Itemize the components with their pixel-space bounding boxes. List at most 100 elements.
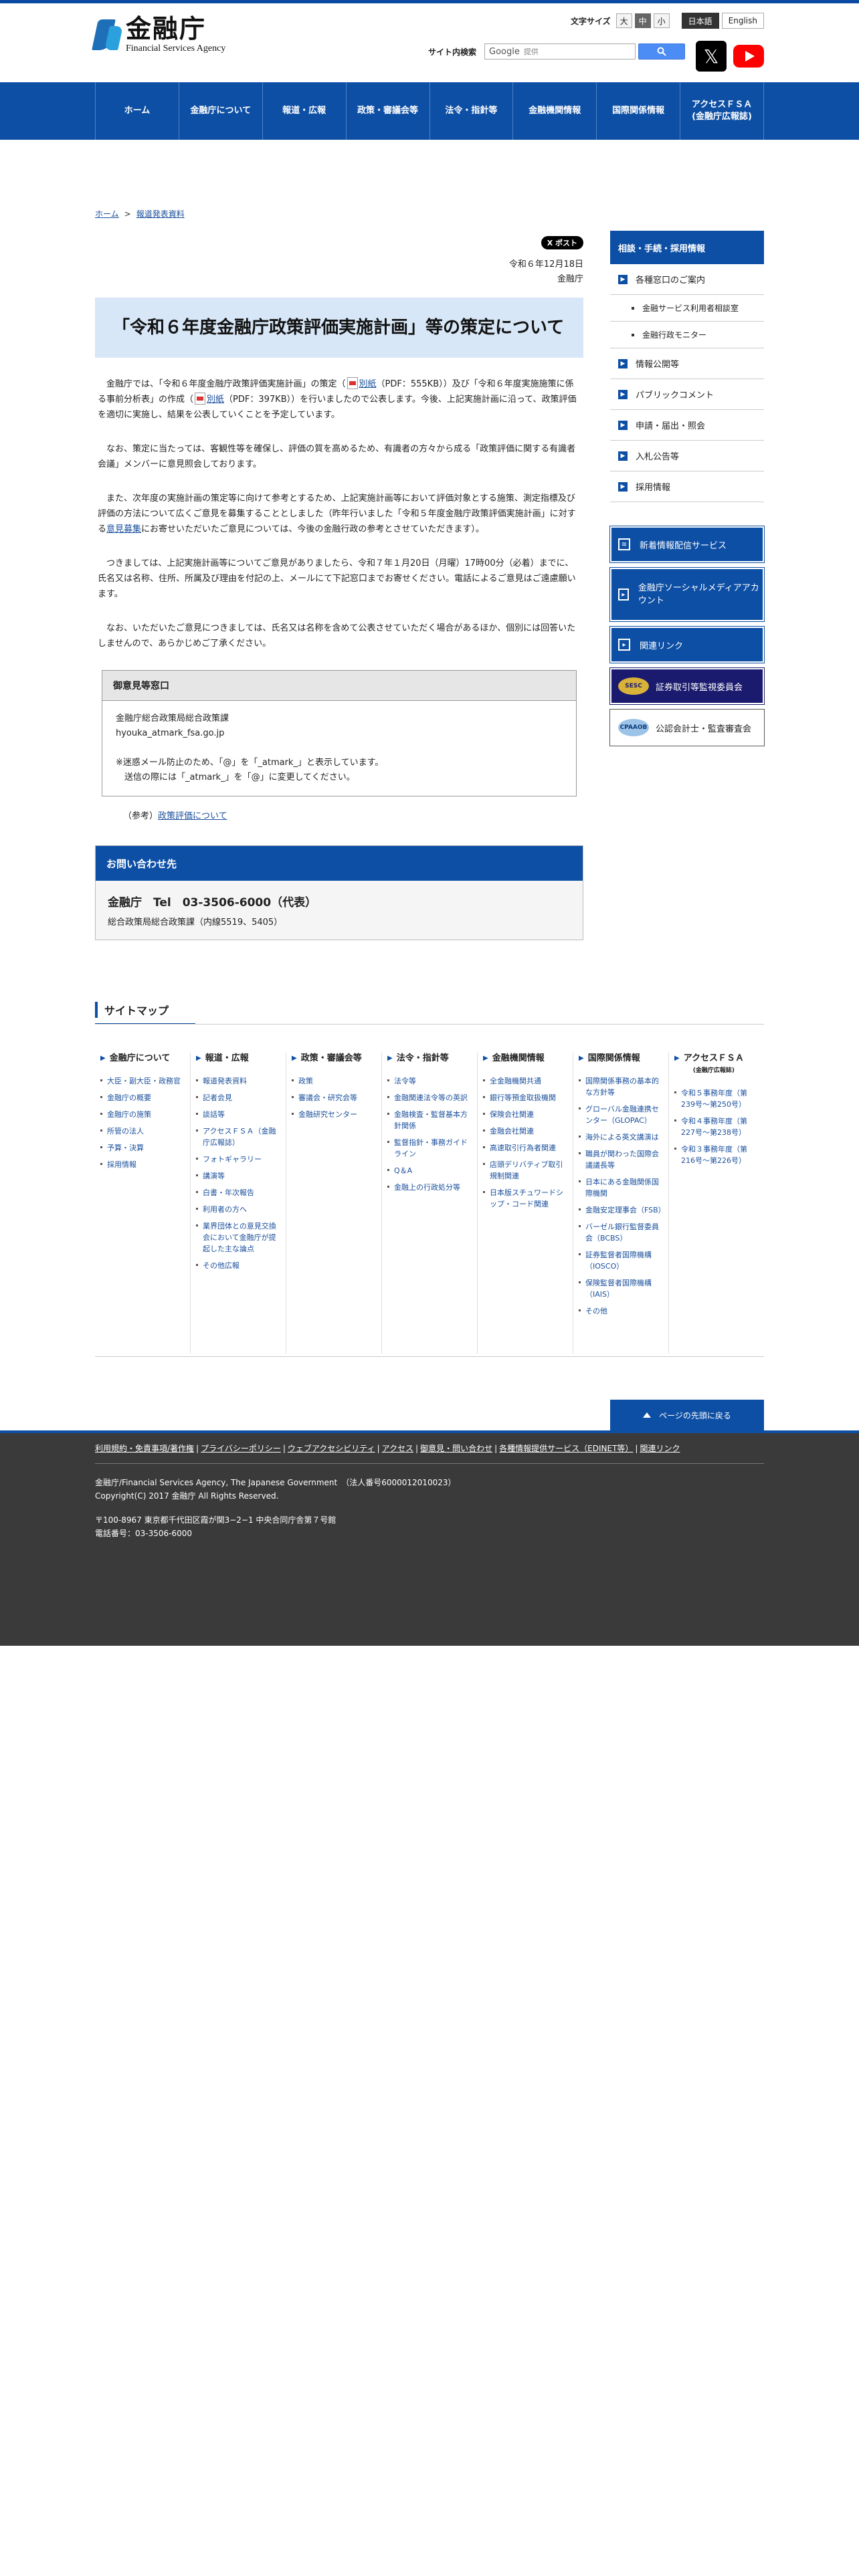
sitemap-link[interactable]: 全金融機関共通 — [483, 1075, 567, 1087]
sitemap-link[interactable]: 講演等 — [196, 1170, 280, 1182]
sitemap-column-heading[interactable]: ▶ 金融庁について — [100, 1053, 185, 1065]
sitemap-link[interactable]: 所管の法人 — [100, 1125, 185, 1137]
gnav-about[interactable]: 金融庁について — [179, 82, 263, 140]
youtube-icon[interactable] — [733, 45, 764, 68]
sitemap-link[interactable]: 日本にある金融関係国際機関 — [579, 1176, 663, 1199]
sitemap-link[interactable]: グローバル金融連携センター（GLOPAC） — [579, 1103, 663, 1126]
sitemap-link[interactable]: 白書・年次報告 — [196, 1187, 280, 1198]
sitemap-link[interactable]: 政策 — [292, 1075, 376, 1087]
footer-link[interactable]: プライバシーポリシー — [201, 1444, 281, 1453]
public-comment-link[interactable]: 意見募集 — [106, 524, 141, 534]
social-media-banner[interactable]: ▸ 金融庁ソーシャルメディアアカウント — [609, 567, 765, 622]
sitemap-link[interactable]: 法令等 — [387, 1075, 472, 1087]
gnav-laws[interactable]: 法令・指針等 — [430, 82, 514, 140]
paragraph-3: また、次年度の実施計画の策定等に向けて参考とするため、上記実施計画等において評価… — [98, 494, 576, 534]
sitemap-column-heading[interactable]: ▶ アクセスＦＳＡ (金融庁広報誌) — [674, 1053, 759, 1077]
sitemap-link[interactable]: 令和３事務年度（第216号〜第226号） — [674, 1144, 759, 1166]
font-size-large-button[interactable]: 大 — [615, 13, 632, 28]
sitemap-link[interactable]: 銀行等預金取扱機関 — [483, 1092, 567, 1103]
sidebar-item-public-comment[interactable]: ▶ パブリックコメント — [610, 379, 764, 410]
sitemap-link[interactable]: バーゼル銀行監督委員会（BCBS） — [579, 1221, 663, 1244]
sesc-banner[interactable]: SESC 証券取引等監視委員会 — [609, 667, 765, 705]
sitemap-link[interactable]: 海外による英文講演は — [579, 1132, 663, 1143]
sitemap-link[interactable]: 金融庁の概要 — [100, 1092, 185, 1103]
footer-link[interactable]: 御意見・問い合わせ — [420, 1444, 492, 1453]
search-input[interactable]: Google 提供 — [484, 43, 636, 60]
sidebar-item-recruit[interactable]: ▶ 採用情報 — [610, 471, 764, 502]
gnav-home[interactable]: ホーム — [96, 82, 179, 140]
sitemap-column-heading[interactable]: ▶ 国際関係情報 — [579, 1053, 663, 1065]
sitemap-link[interactable]: 金融関連法令等の英訳 — [387, 1092, 472, 1103]
sitemap-link[interactable]: 高速取引行為者関連 — [483, 1142, 567, 1154]
policy-evaluation-link[interactable]: 政策評価について — [158, 811, 227, 821]
lang-japanese-button[interactable]: 日本語 — [681, 13, 719, 29]
search-button[interactable] — [638, 43, 685, 60]
sitemap-link[interactable]: 保険監督者国際機構（IAIS） — [579, 1277, 663, 1300]
sitemap-link[interactable]: 金融会社関連 — [483, 1125, 567, 1137]
sidebar-item-monitor[interactable]: 金融行政モニター — [610, 322, 764, 348]
footer-link[interactable]: 関連リンク — [640, 1444, 680, 1453]
breadcrumb-current-link[interactable]: 報道発表資料 — [136, 209, 185, 219]
attachment-2-link[interactable]: 別紙 — [207, 395, 224, 405]
cpaaob-banner[interactable]: CPAAOB 公認会計士・監査審査会 — [609, 709, 765, 746]
sitemap-column-heading[interactable]: ▶ 政策・審議会等 — [292, 1053, 376, 1065]
sitemap-link[interactable]: 金融庁の施策 — [100, 1109, 185, 1120]
back-to-top-button[interactable]: ページの先頭に戻る — [610, 1400, 764, 1430]
attachment-1-link[interactable]: 別紙 — [359, 379, 377, 389]
sitemap-link[interactable]: 日本版スチュワードシップ・コード関連 — [483, 1187, 567, 1210]
sitemap-link[interactable]: 金融研究センター — [292, 1109, 376, 1120]
sitemap-link[interactable]: 令和５事務年度（第239号〜第250号） — [674, 1087, 759, 1110]
font-size-small-button[interactable]: 小 — [653, 13, 670, 28]
sitemap-link[interactable]: アクセスＦＳＡ（金融庁広報誌） — [196, 1125, 280, 1148]
gnav-access-fsa[interactable]: アクセスＦＳＡ (金融庁広報誌) — [680, 82, 764, 140]
sitemap-link[interactable]: 店頭デリバティブ取引規制関連 — [483, 1159, 567, 1182]
sitemap-link[interactable]: 金融安定理事会（FSB） — [579, 1204, 666, 1216]
gnav-policy[interactable]: 政策・審議会等 — [347, 82, 430, 140]
x-social-icon[interactable]: 𝕏 — [696, 41, 727, 72]
sitemap-link[interactable]: 証券監督者国際機構（IOSCO） — [579, 1249, 663, 1272]
gnav-press[interactable]: 報道・広報 — [263, 82, 347, 140]
sidebar-item-applications[interactable]: ▶ 申請・届出・照会 — [610, 410, 764, 441]
site-logo[interactable]: 金融庁 Financial Services Agency — [92, 15, 225, 54]
sidebar-item-bids[interactable]: ▶ 入札公告等 — [610, 441, 764, 471]
sitemap-link[interactable]: 予算・決算 — [100, 1142, 185, 1154]
x-post-button[interactable]: X ポスト — [541, 236, 583, 249]
sitemap-link[interactable]: 採用情報 — [100, 1159, 185, 1170]
sitemap-link[interactable]: 談話等 — [196, 1109, 280, 1120]
sitemap-link[interactable]: 報道発表資料 — [196, 1075, 280, 1087]
sitemap-link[interactable]: 令和４事務年度（第227号〜第238号） — [674, 1115, 759, 1138]
footer-link[interactable]: ウェブアクセシビリティ — [288, 1444, 375, 1453]
sidebar-item-contact[interactable]: ▶ 各種窓口のご案内 — [610, 264, 764, 295]
font-size-medium-button[interactable]: 中 — [634, 13, 651, 28]
sitemap-link[interactable]: 審議会・研究会等 — [292, 1092, 376, 1103]
footer-link[interactable]: 各種情報提供サービス（EDINET等） — [499, 1444, 633, 1453]
breadcrumb-home-link[interactable]: ホーム — [95, 209, 119, 219]
sidebar-item-consumer-desk[interactable]: 金融サービス利用者相談室 — [610, 295, 764, 322]
sitemap-link[interactable]: 業界団体との意見交換会において金融庁が提起した主な論点 — [196, 1220, 280, 1255]
arrow-up-icon — [643, 1412, 652, 1418]
sidebar-item-disclosure[interactable]: ▶ 情報公開等 — [610, 348, 764, 379]
sitemap-link[interactable]: Q＆A — [387, 1165, 472, 1176]
footer-link[interactable]: アクセス — [382, 1444, 413, 1453]
news-service-banner[interactable]: ≋ 新着情報配信サービス — [609, 526, 765, 563]
sitemap-link[interactable]: フォトギャラリー — [196, 1154, 280, 1165]
related-links-banner[interactable]: ▸ 関連リンク — [609, 626, 765, 663]
sitemap-link[interactable]: 職員が関わった国際会議議長等 — [579, 1148, 663, 1171]
sitemap-column-heading[interactable]: ▶ 報道・広報 — [196, 1053, 280, 1065]
sitemap-link[interactable]: その他広報 — [196, 1260, 280, 1271]
sitemap-link[interactable]: 監督指針・事務ガイドライン — [387, 1137, 472, 1160]
sitemap-link[interactable]: 記者会見 — [196, 1092, 280, 1103]
sitemap-link[interactable]: その他 — [579, 1305, 663, 1317]
sitemap-column-heading[interactable]: ▶ 金融機関情報 — [483, 1053, 567, 1065]
sitemap-link[interactable]: 金融検査・監督基本方針関係 — [387, 1109, 472, 1132]
sitemap-link[interactable]: 大臣・副大臣・政務官 — [100, 1075, 185, 1087]
gnav-international[interactable]: 国際関係情報 — [597, 82, 681, 140]
sitemap-link[interactable]: 金融上の行政処分等 — [387, 1182, 472, 1193]
gnav-institutions[interactable]: 金融機関情報 — [513, 82, 597, 140]
sitemap-link[interactable]: 保険会社関連 — [483, 1109, 567, 1120]
sitemap-link[interactable]: 利用者の方へ — [196, 1204, 280, 1215]
footer-link[interactable]: 利用規約・免責事項/著作権 — [95, 1444, 194, 1453]
sitemap-link[interactable]: 国際関係事務の基本的な方針等 — [579, 1075, 663, 1098]
lang-english-button[interactable]: English — [721, 13, 764, 29]
sitemap-column-heading[interactable]: ▶ 法令・指針等 — [387, 1053, 472, 1065]
